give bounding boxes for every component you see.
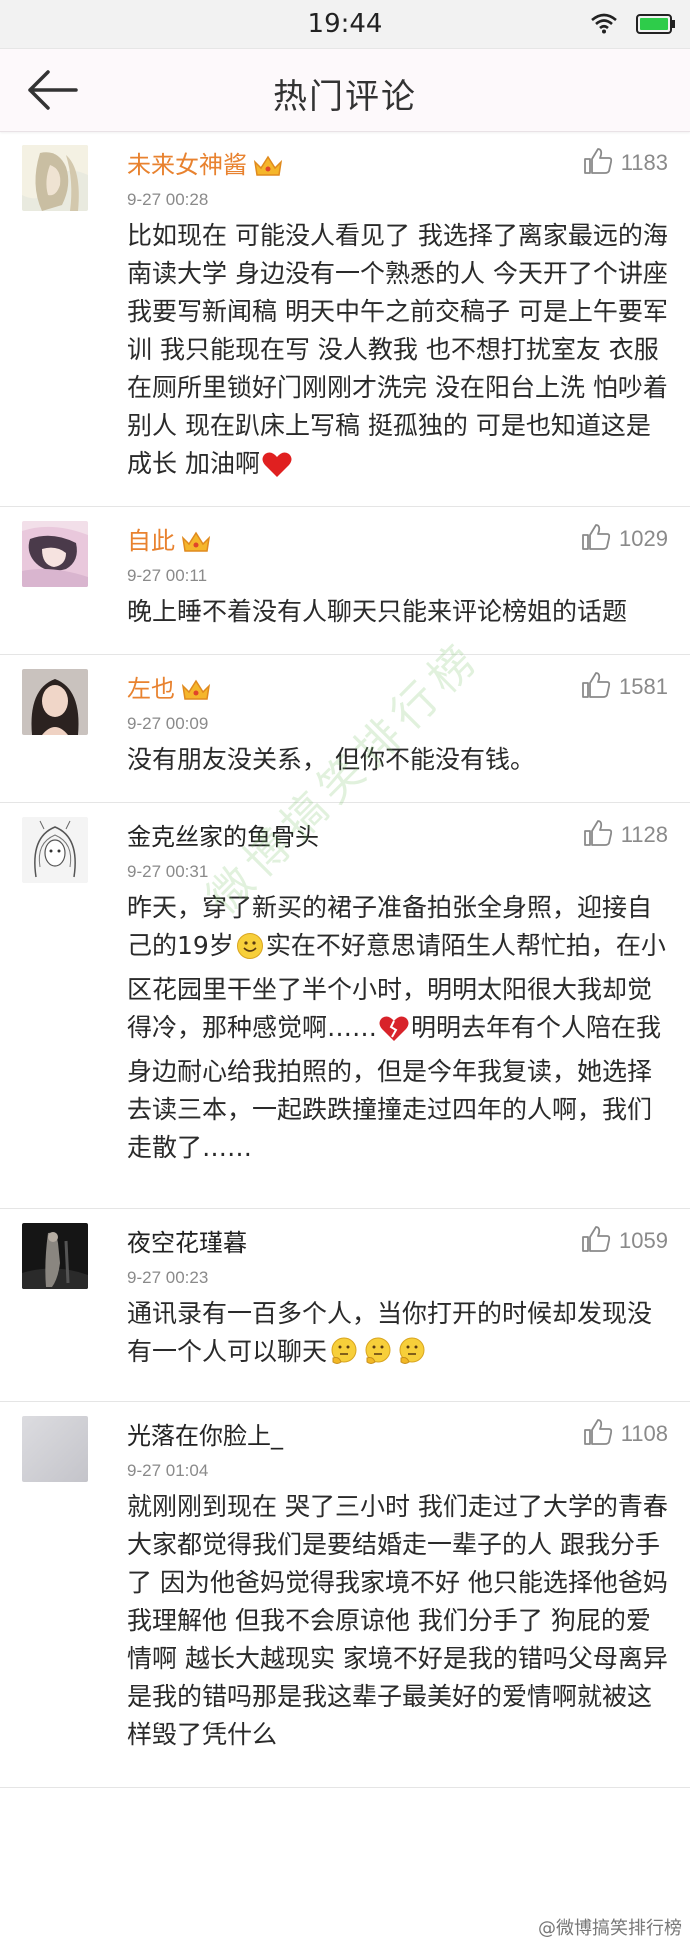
thinking-emoji — [363, 1336, 393, 1377]
thumbs-up-icon — [581, 523, 611, 555]
crown-icon — [253, 154, 283, 184]
comment-item: 金克丝家的鱼骨头 1128 9-27 00:31 昨天，穿了新买的裙子准备拍张全… — [0, 803, 690, 1209]
avatar[interactable] — [22, 145, 88, 211]
like-count: 1128 — [620, 822, 668, 847]
like-count: 1029 — [619, 526, 668, 551]
comment-text: 就刚刚到现在 哭了三小时 我们走过了大学的青春 大家都觉得我们是要结婚走一辈子的… — [127, 1492, 668, 1749]
avatar[interactable] — [22, 1223, 88, 1289]
username-text[interactable]: 夜空花瑾暮 — [127, 1229, 247, 1257]
comment-text-body: 比如现在 可能没人看见了 我选择了离家最远的海南读大学 身边没有一个熟悉的人 今… — [127, 221, 668, 478]
comment-list: 未来女神酱 1183 9-27 00:28 比如现在 可能没人看见了 我选择了离… — [0, 131, 690, 1788]
like-button[interactable]: 1581 — [581, 671, 668, 703]
heart-emoji — [262, 451, 292, 489]
username-text[interactable]: 未来女神酱 — [127, 151, 247, 179]
thumbs-up-icon — [583, 1418, 613, 1450]
comment-item: 夜空花瑾暮 1059 9-27 00:23 通讯录有一百多个人，当你打开的时候却… — [0, 1209, 690, 1402]
avatar[interactable] — [22, 669, 88, 735]
comment-time: 9-27 00:09 — [127, 714, 209, 733]
username-text[interactable]: 光落在你脸上_ — [127, 1422, 283, 1450]
comment-username[interactable]: 左也 — [127, 669, 211, 708]
comment-time: 9-27 00:23 — [127, 1268, 209, 1287]
thumbs-up-icon — [581, 671, 611, 703]
comment-time: 9-27 01:04 — [127, 1461, 209, 1480]
battery-icon — [636, 14, 676, 38]
comment-username[interactable]: 夜空花瑾暮 — [127, 1223, 247, 1258]
comment-time: 9-27 00:31 — [127, 862, 209, 881]
crown-icon — [181, 530, 211, 560]
comment-username[interactable]: 光落在你脸上_ — [127, 1416, 283, 1451]
status-time: 19:44 — [307, 9, 383, 39]
navigation-bar: 热门评论 — [0, 49, 690, 132]
avatar[interactable] — [22, 521, 88, 587]
like-count: 1059 — [619, 1228, 668, 1253]
smile-emoji — [236, 932, 264, 971]
comment-username[interactable]: 未来女神酱 — [127, 145, 283, 184]
comment-text: 没有朋友没关系， 但你不能没有钱。 — [127, 745, 535, 774]
comment-item: 未来女神酱 1183 9-27 00:28 比如现在 可能没人看见了 我选择了离… — [0, 131, 690, 507]
thumbs-up-icon — [583, 147, 613, 179]
avatar[interactable] — [22, 817, 88, 883]
comment-text: 昨天，穿了新买的裙子准备拍张全身照，迎接自己的19岁 实在不好意思请陌生人帮忙拍，… — [127, 889, 670, 1167]
crown-icon — [181, 678, 211, 708]
comment-item: 自此 1029 9-27 00:11 晚上睡不着没有人聊天只能来评论榜姐的话题 — [0, 507, 690, 655]
like-button[interactable]: 1128 — [583, 819, 668, 851]
page-title: 热门评论 — [273, 77, 417, 117]
comment-time: 9-27 00:11 — [127, 566, 208, 585]
thumbs-up-icon — [581, 1225, 611, 1257]
like-count: 1581 — [619, 674, 668, 699]
comment-time: 9-27 00:28 — [127, 190, 209, 209]
wifi-icon — [590, 12, 618, 38]
comment-text: 比如现在 可能没人看见了 我选择了离家最远的海南读大学 身边没有一个熟悉的人 今… — [127, 217, 670, 489]
status-bar: 19:44 — [0, 0, 690, 49]
comment-text: 晚上睡不着没有人聊天只能来评论榜姐的话题 — [127, 597, 628, 626]
username-text[interactable]: 自此 — [127, 527, 175, 555]
thumbs-up-icon — [583, 819, 613, 851]
thinking-emoji — [397, 1336, 427, 1377]
username-text[interactable]: 左也 — [127, 675, 175, 703]
comment-text: 通讯录有一百多个人，当你打开的时候却发现没有一个人可以聊天 — [127, 1295, 670, 1377]
like-button[interactable]: 1183 — [583, 147, 668, 179]
like-count: 1108 — [620, 1421, 668, 1446]
signature: @微博搞笑排行榜 — [538, 1918, 682, 1939]
username-text[interactable]: 金克丝家的鱼骨头 — [127, 823, 319, 851]
comment-username[interactable]: 金克丝家的鱼骨头 — [127, 817, 319, 852]
like-button[interactable]: 1029 — [581, 523, 668, 555]
comment-item: 左也 1581 9-27 00:09 没有朋友没关系， 但你不能没有钱。 — [0, 655, 690, 803]
like-button[interactable]: 1108 — [583, 1418, 668, 1450]
comment-username[interactable]: 自此 — [127, 521, 211, 560]
avatar[interactable] — [22, 1416, 88, 1482]
like-button[interactable]: 1059 — [581, 1225, 668, 1257]
like-count: 1183 — [620, 150, 668, 175]
thinking-emoji — [329, 1336, 359, 1377]
broken-heart-emoji — [379, 1015, 409, 1053]
comment-item: 光落在你脸上_ 1108 9-27 01:04 就刚刚到现在 哭了三小时 我们走… — [0, 1402, 690, 1788]
